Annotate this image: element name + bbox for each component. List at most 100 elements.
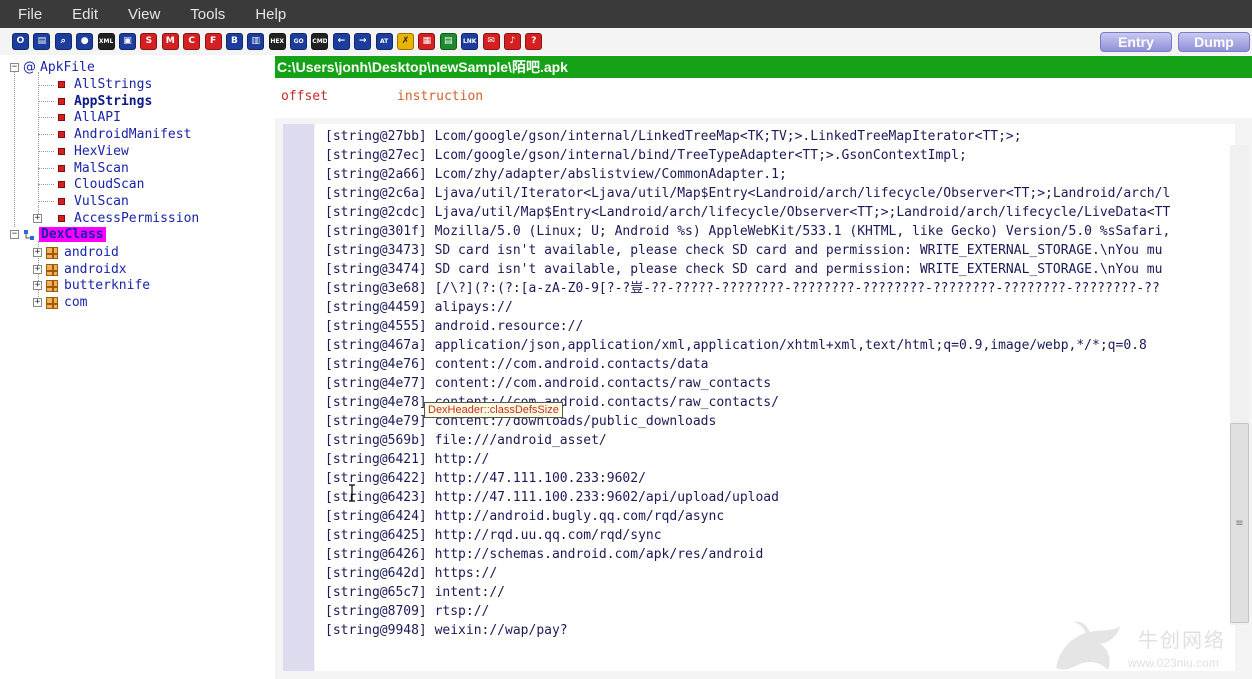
menu-bar: File Edit View Tools Help	[0, 0, 1252, 28]
toolbar-button-report[interactable]: ▦	[418, 33, 436, 50]
expand-icon[interactable]: +	[33, 281, 42, 290]
menu-file[interactable]: File	[12, 6, 48, 23]
tree-item-accesspermission[interactable]: + AccessPermission	[33, 210, 199, 227]
expand-icon[interactable]: +	[33, 214, 42, 223]
toolbar-button-help[interactable]: ?	[525, 33, 543, 50]
toolbar-button-mail[interactable]: ✉	[482, 33, 500, 50]
tree-connector	[38, 168, 54, 169]
string-line[interactable]: [string@4e76] content://com.android.cont…	[325, 355, 709, 374]
string-line[interactable]: [string@4555] android.resource://	[325, 317, 583, 336]
toolbar-button-image[interactable]: ▤	[439, 33, 457, 50]
leaf-icon	[58, 165, 65, 172]
expand-icon[interactable]: +	[33, 265, 42, 274]
toolbar-button-save[interactable]: ▤	[33, 33, 51, 50]
string-line[interactable]: [string@6424] http://android.bugly.qq.co…	[325, 507, 724, 526]
watermark-brand: 牛创网络	[1138, 628, 1226, 652]
tree-connector	[38, 101, 54, 102]
tree-package-android[interactable]: + android	[33, 244, 119, 261]
string-line[interactable]: [string@8709] rtsp://	[325, 602, 489, 621]
string-line[interactable]: [string@3e68] [/\?](?:(?:[a-zA-Z0-9[?-?豈…	[325, 279, 1160, 298]
toolbar-button-back[interactable]: ←	[332, 33, 350, 50]
string-line[interactable]: [string@569b] file:///android_asset/	[325, 431, 607, 450]
toolbar-button-search[interactable]: ⌕	[54, 33, 72, 50]
string-line[interactable]: [string@467a] application/json,applicati…	[325, 336, 1147, 355]
column-headers: offset instruction	[275, 78, 1252, 118]
toolbar-button-m[interactable]: M	[161, 33, 179, 50]
tree-item-hexview[interactable]: HexView	[58, 143, 129, 160]
toolbar-button-cmd[interactable]: CMD	[311, 33, 329, 50]
expand-icon[interactable]: +	[33, 298, 42, 307]
tree-item-cloudscan[interactable]: CloudScan	[58, 176, 144, 193]
leaf-icon	[58, 131, 65, 138]
string-line[interactable]: [string@6426] http://schemas.android.com…	[325, 545, 763, 564]
toolbar-button-link[interactable]: LNK	[461, 33, 479, 50]
line-gutter	[283, 124, 314, 671]
toolbar-button-c[interactable]: C	[183, 33, 201, 50]
toolbar-button-music[interactable]: ♪	[503, 33, 521, 50]
string-line[interactable]: [string@3473] SD card isn't available, p…	[325, 241, 1162, 260]
toolbar-button-xml[interactable]: XML	[97, 33, 115, 50]
string-line[interactable]: [string@9948] weixin://wap/pay?	[325, 621, 568, 640]
package-icon	[46, 279, 58, 292]
entry-button[interactable]: Entry	[1100, 32, 1172, 52]
tree-connector	[38, 184, 54, 185]
tree-item-malscan[interactable]: MalScan	[58, 160, 129, 177]
leaf-icon	[58, 114, 65, 121]
collapse-icon[interactable]: −	[10, 230, 19, 239]
watermark-url: www.023niu.com	[1128, 656, 1219, 670]
tree-node-dexclass[interactable]: − DexClass	[10, 226, 106, 243]
tree-package-butterknife[interactable]: + butterknife	[33, 277, 150, 294]
string-line[interactable]: [string@642d] https://	[325, 564, 497, 583]
string-line[interactable]: [string@2c6a] Ljava/util/Iterator<Ljava/…	[325, 184, 1170, 203]
menu-view[interactable]: View	[122, 6, 166, 23]
string-line[interactable]: [string@6425] http://rqd.uu.qq.com/rqd/s…	[325, 526, 662, 545]
toolbar-button-open[interactable]: O	[12, 33, 29, 50]
toolbar-button-at[interactable]: AT	[375, 33, 393, 50]
string-line[interactable]: [string@6421] http://	[325, 450, 489, 469]
toolbar-button-android[interactable]: ▣	[118, 33, 136, 50]
instruction-column-header[interactable]: instruction	[397, 89, 483, 104]
menu-edit[interactable]: Edit	[66, 6, 104, 23]
toolbar-button-s[interactable]: S	[140, 33, 158, 50]
menu-tools[interactable]: Tools	[184, 6, 231, 23]
toolbar-button-b[interactable]: B	[225, 33, 243, 50]
string-list[interactable]: [string@27bb] Lcom/google/gson/internal/…	[315, 124, 1235, 671]
leaf-icon	[58, 81, 65, 88]
offset-column-header[interactable]: offset	[281, 89, 328, 104]
string-line[interactable]: [string@6423] http://47.111.100.233:9602…	[325, 488, 779, 507]
toolbar-button-go[interactable]: GO	[290, 33, 308, 50]
dump-button[interactable]: Dump	[1178, 32, 1250, 52]
scrollbar-thumb[interactable]: ≡	[1230, 423, 1249, 623]
string-line[interactable]: [string@3474] SD card isn't available, p…	[325, 260, 1162, 279]
expand-icon[interactable]: +	[33, 248, 42, 257]
string-line[interactable]: [string@65c7] intent://	[325, 583, 505, 602]
string-line[interactable]: [string@27bb] Lcom/google/gson/internal/…	[325, 127, 1022, 146]
toolbar-button-grid[interactable]: ▥	[247, 33, 265, 50]
tree-node-apkfile[interactable]: − @ ApkFile	[10, 59, 95, 76]
string-line[interactable]: [string@4e77] content://com.android.cont…	[325, 374, 771, 393]
tree-item-vulscan[interactable]: VulScan	[58, 193, 129, 210]
tree-item-allstrings[interactable]: AllStrings	[58, 76, 152, 93]
toolbar-button-hex[interactable]: HEX	[268, 33, 286, 50]
tree-item-allapi[interactable]: AllAPI	[58, 109, 121, 126]
string-line[interactable]: [string@2a66] Lcom/zhy/adapter/abslistvi…	[325, 165, 787, 184]
leaf-icon	[58, 98, 65, 105]
bull-logo-icon	[1056, 621, 1120, 670]
tree-item-appstrings[interactable]: AppStrings	[58, 93, 152, 110]
string-line[interactable]: [string@4459] alipays://	[325, 298, 513, 317]
string-line[interactable]: [string@301f] Mozilla/5.0 (Linux; U; And…	[325, 222, 1170, 241]
toolbar-button-clear[interactable]: ✗	[397, 33, 415, 50]
leaf-icon	[58, 198, 65, 205]
vertical-scrollbar[interactable]: ≡	[1230, 145, 1249, 625]
tree-package-androidx[interactable]: + androidx	[33, 261, 127, 278]
string-line[interactable]: [string@2cdc] Ljava/util/Map$Entry<Landr…	[325, 203, 1170, 222]
collapse-icon[interactable]: −	[10, 63, 19, 72]
menu-help[interactable]: Help	[249, 6, 292, 23]
string-line[interactable]: [string@6422] http://47.111.100.233:9602…	[325, 469, 646, 488]
toolbar-button-f[interactable]: F	[204, 33, 222, 50]
toolbar-button-disk[interactable]: ●	[76, 33, 94, 50]
tree-package-com[interactable]: + com	[33, 294, 87, 311]
tree-item-androidmanifest[interactable]: AndroidManifest	[58, 126, 191, 143]
string-line[interactable]: [string@27ec] Lcom/google/gson/internal/…	[325, 146, 967, 165]
toolbar-button-forward[interactable]: →	[354, 33, 372, 50]
